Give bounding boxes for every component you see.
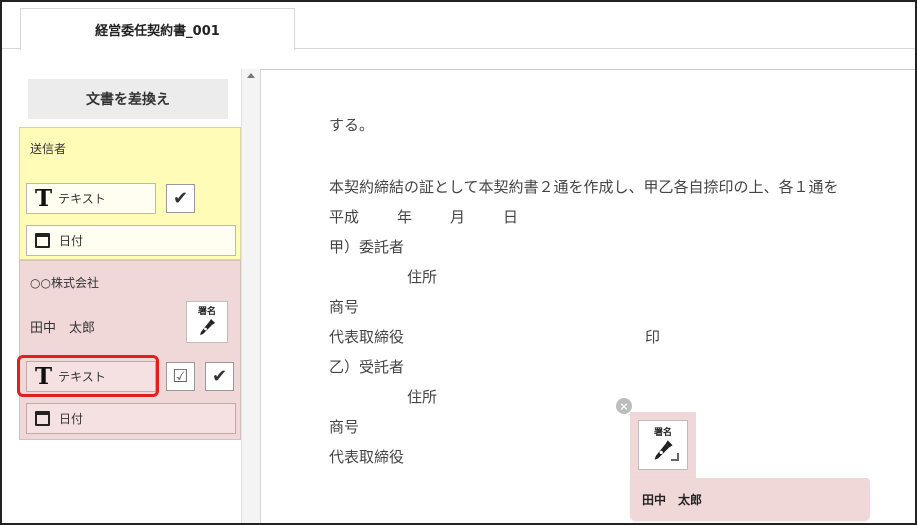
calendar-icon bbox=[35, 233, 50, 248]
sender-date-field-label: 日付 bbox=[59, 234, 84, 248]
doc-line: 住所 bbox=[407, 268, 438, 286]
text-icon: T bbox=[35, 185, 53, 212]
doc-era: 平成 bbox=[329, 208, 360, 226]
tab-bar: 経営委任契約書_001 bbox=[2, 2, 915, 50]
highlight-box bbox=[17, 355, 159, 397]
checkmark-icon: ✔ bbox=[172, 188, 189, 209]
doc-line: する。 bbox=[329, 116, 375, 134]
doc-line: 商号 bbox=[329, 418, 360, 436]
checkmark-icon: ✔ bbox=[211, 366, 228, 387]
receiver-date-field-label: 日付 bbox=[59, 412, 84, 426]
resize-handle-icon[interactable] bbox=[671, 453, 679, 461]
swap-document-button[interactable]: 文書を差換え bbox=[28, 79, 228, 119]
doc-line: 代表取締役 bbox=[329, 328, 405, 346]
doc-year: 年 bbox=[397, 208, 413, 226]
sender-text-field-label: テキスト bbox=[58, 192, 106, 206]
tab-document[interactable]: 経営委任契約書_001 bbox=[20, 8, 295, 50]
calendar-icon bbox=[35, 411, 50, 426]
doc-line: 本契約締結の証として本契約書２通を作成し、甲乙各自捺印の上、各１通を bbox=[329, 178, 839, 196]
placed-signature-field[interactable]: 署名 bbox=[630, 412, 696, 478]
document-scrollbar[interactable] bbox=[241, 69, 260, 523]
placed-signature-box[interactable]: 署名 bbox=[638, 420, 688, 470]
doc-seal-mark: 印 bbox=[645, 328, 661, 346]
checkmark-icon: ☑ bbox=[172, 366, 189, 387]
receiver-checkbox-button-2[interactable]: ✔ bbox=[205, 362, 234, 391]
fountain-pen-icon bbox=[200, 319, 215, 335]
signature-label: 署名 bbox=[653, 428, 672, 438]
document-page: する。 本契約締結の証として本契約書２通を作成し、甲乙各自捺印の上、各１通を 平… bbox=[260, 69, 915, 523]
doc-line-date: 平成 年 月 日 bbox=[329, 206, 518, 227]
sender-text-field-button[interactable]: T テキスト bbox=[26, 183, 156, 214]
doc-day: 日 bbox=[503, 208, 519, 226]
signer-name-card: 田中 太郎 bbox=[630, 478, 870, 521]
sender-title: 送信者 bbox=[30, 142, 67, 156]
sender-checkbox-button[interactable]: ✔ bbox=[166, 184, 195, 213]
receiver-signature-button[interactable]: 署名 bbox=[186, 301, 228, 343]
receiver-section: ○○株式会社 田中 太郎 署名 T テキスト ☑ ✔ 日付 bbox=[19, 260, 241, 440]
doc-line: 乙）受託者 bbox=[329, 358, 405, 376]
receiver-company: ○○株式会社 bbox=[30, 276, 99, 290]
doc-line: 住所 bbox=[407, 388, 438, 406]
app-frame: 経営委任契約書_001 文書を差換え 送信者 T テキスト ✔ 日付 ○○株式会… bbox=[0, 0, 917, 525]
sender-date-field-button[interactable]: 日付 bbox=[26, 225, 236, 256]
receiver-name: 田中 太郎 bbox=[30, 321, 96, 336]
receiver-checkbox-button-1[interactable]: ☑ bbox=[166, 362, 195, 391]
sidebar: 文書を差換え 送信者 T テキスト ✔ 日付 ○○株式会社 田中 太郎 署名 T… bbox=[2, 69, 241, 523]
sender-section: 送信者 T テキスト ✔ 日付 bbox=[19, 127, 241, 260]
signature-label: 署名 bbox=[197, 307, 216, 317]
doc-line: 代表取締役 bbox=[329, 448, 405, 466]
receiver-date-field-button[interactable]: 日付 bbox=[26, 403, 236, 434]
doc-line: 商号 bbox=[329, 298, 360, 316]
doc-month: 月 bbox=[450, 208, 466, 226]
doc-line: 甲）委託者 bbox=[329, 238, 405, 256]
scroll-up-arrow-icon[interactable] bbox=[247, 73, 255, 78]
